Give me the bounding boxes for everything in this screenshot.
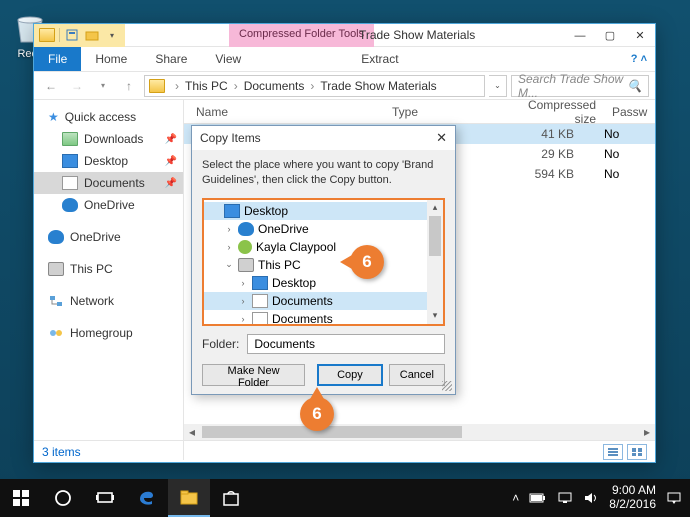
- scroll-thumb[interactable]: [429, 216, 441, 256]
- window-title: Trade Show Materials: [359, 28, 475, 42]
- tree-scrollbar[interactable]: ▴ ▾: [427, 200, 443, 324]
- nav-documents[interactable]: Documents📌: [34, 172, 183, 194]
- clock[interactable]: 9:00 AM 8/2/2016: [609, 484, 656, 512]
- maximize-button[interactable]: ▢: [595, 24, 625, 47]
- volume-icon[interactable]: [583, 491, 599, 505]
- crumb-documents[interactable]: Documents: [244, 79, 305, 93]
- location-tree: Desktop ›OneDrive ›Kayla Claypool ⌄This …: [202, 198, 445, 326]
- make-new-folder-button[interactable]: Make New Folder: [202, 364, 305, 386]
- column-headers: Name Type Compressed size Passw: [184, 100, 655, 124]
- pin-icon: 📌: [165, 134, 177, 145]
- folder-label: Folder:: [202, 337, 239, 351]
- scroll-thumb[interactable]: [202, 426, 462, 438]
- start-button[interactable]: [0, 479, 42, 517]
- battery-icon[interactable]: [529, 492, 547, 504]
- explorer-taskbar-icon[interactable]: [168, 479, 210, 517]
- edge-icon[interactable]: [126, 479, 168, 517]
- nav-downloads[interactable]: Downloads📌: [34, 128, 183, 150]
- cancel-button[interactable]: Cancel: [389, 364, 445, 386]
- cortana-button[interactable]: [42, 479, 84, 517]
- scroll-up-icon[interactable]: ▴: [427, 200, 443, 216]
- tree-pc-documents[interactable]: ›Documents: [204, 292, 443, 310]
- titlebar: ▾ Compressed Folder Tools Trade Show Mat…: [34, 24, 655, 47]
- back-button[interactable]: ←: [40, 75, 62, 97]
- pin-icon: 📌: [165, 156, 177, 167]
- nav-network[interactable]: Network: [34, 290, 183, 312]
- nav-pane: ★Quick access Downloads📌 Desktop📌 Docume…: [34, 100, 184, 460]
- tree-desktop[interactable]: Desktop: [204, 202, 443, 220]
- nav-quickaccess[interactable]: ★Quick access: [34, 106, 183, 128]
- folder-icon: [149, 79, 165, 93]
- dialog-titlebar: Copy Items ✕: [192, 126, 455, 150]
- scroll-left-icon[interactable]: ◂: [184, 424, 200, 440]
- forward-button[interactable]: →: [66, 75, 88, 97]
- contextual-tab: Compressed Folder Tools: [229, 24, 374, 47]
- scroll-down-icon[interactable]: ▾: [427, 308, 443, 324]
- view-details-button[interactable]: [603, 444, 623, 460]
- nav-thispc[interactable]: This PC: [34, 258, 183, 280]
- annotation-bubble: 6: [300, 397, 334, 431]
- scroll-right-icon[interactable]: ▸: [639, 424, 655, 440]
- store-icon[interactable]: [210, 479, 252, 517]
- nav-homegroup[interactable]: Homegroup: [34, 322, 183, 344]
- resize-grip-icon[interactable]: [442, 381, 452, 391]
- nav-desktop[interactable]: Desktop📌: [34, 150, 183, 172]
- dialog-close-button[interactable]: ✕: [436, 130, 447, 146]
- tab-home[interactable]: Home: [81, 47, 141, 71]
- copy-items-dialog: Copy Items ✕ Select the place where you …: [191, 125, 456, 395]
- taskview-button[interactable]: [84, 479, 126, 517]
- tab-view[interactable]: View: [201, 47, 255, 71]
- tab-file[interactable]: File: [34, 47, 81, 71]
- nav-onedrive-root[interactable]: OneDrive: [34, 226, 183, 248]
- tab-share[interactable]: Share: [141, 47, 201, 71]
- annotation-bubble: 6: [350, 245, 384, 279]
- col-type[interactable]: Type: [384, 105, 504, 119]
- folder-icon: [37, 26, 57, 44]
- dialog-hint: Select the place where you want to copy …: [192, 150, 455, 196]
- search-input[interactable]: Search Trade Show M... 🔍: [511, 75, 649, 97]
- recent-dropdown[interactable]: ▾: [92, 75, 114, 97]
- taskbar: ˄ 9:00 AM 8/2/2016: [0, 479, 690, 517]
- tray-chevron-icon[interactable]: ˄: [512, 491, 519, 505]
- status-text: 3 items: [42, 445, 81, 459]
- tree-onedrive[interactable]: ›OneDrive: [204, 220, 443, 238]
- tree-kayla[interactable]: ›Kayla Claypool: [204, 238, 443, 256]
- pin-icon: 📌: [165, 178, 177, 189]
- breadcrumb-bar[interactable]: › This PC › Documents › Trade Show Mater…: [144, 75, 485, 97]
- close-button[interactable]: ✕: [625, 24, 655, 47]
- tab-extract[interactable]: Extract: [347, 47, 412, 71]
- col-name[interactable]: Name: [184, 105, 384, 119]
- crumb-tradeshow[interactable]: Trade Show Materials: [320, 79, 436, 93]
- col-size[interactable]: Compressed size: [504, 98, 604, 126]
- action-center-icon[interactable]: [666, 491, 682, 505]
- qat-dropdown-icon[interactable]: ▾: [102, 26, 122, 44]
- qat-props-icon[interactable]: [62, 26, 82, 44]
- qat-newfolder-icon[interactable]: [82, 26, 102, 44]
- folder-input[interactable]: [247, 334, 445, 354]
- horizontal-scrollbar[interactable]: ◂ ▸: [184, 424, 655, 440]
- nav-onedrive[interactable]: OneDrive: [34, 194, 183, 216]
- search-icon: 🔍: [627, 79, 642, 93]
- col-pass[interactable]: Passw: [604, 105, 644, 119]
- crumb-thispc[interactable]: This PC: [185, 79, 228, 93]
- copy-button[interactable]: Copy: [317, 364, 383, 386]
- ribbon-tabs: File Home Share View Extract ? ˄: [34, 47, 655, 72]
- tree-thispc[interactable]: ⌄This PC: [204, 256, 443, 274]
- dialog-title: Copy Items: [200, 131, 261, 145]
- view-icons-button[interactable]: [627, 444, 647, 460]
- tree-pc-documents2[interactable]: ›Documents: [204, 310, 443, 326]
- up-button[interactable]: ↑: [118, 75, 140, 97]
- status-bar: 3 items: [34, 440, 655, 462]
- minimize-button[interactable]: —: [565, 24, 595, 47]
- tree-pc-desktop[interactable]: ›Desktop: [204, 274, 443, 292]
- address-dropdown[interactable]: ⌄: [489, 75, 507, 97]
- address-bar-row: ← → ▾ ↑ › This PC › Documents › Trade Sh…: [34, 72, 655, 100]
- quick-access-toolbar: ▾: [34, 24, 125, 47]
- help-icon[interactable]: ? ˄: [631, 53, 647, 65]
- network-icon[interactable]: [557, 492, 573, 504]
